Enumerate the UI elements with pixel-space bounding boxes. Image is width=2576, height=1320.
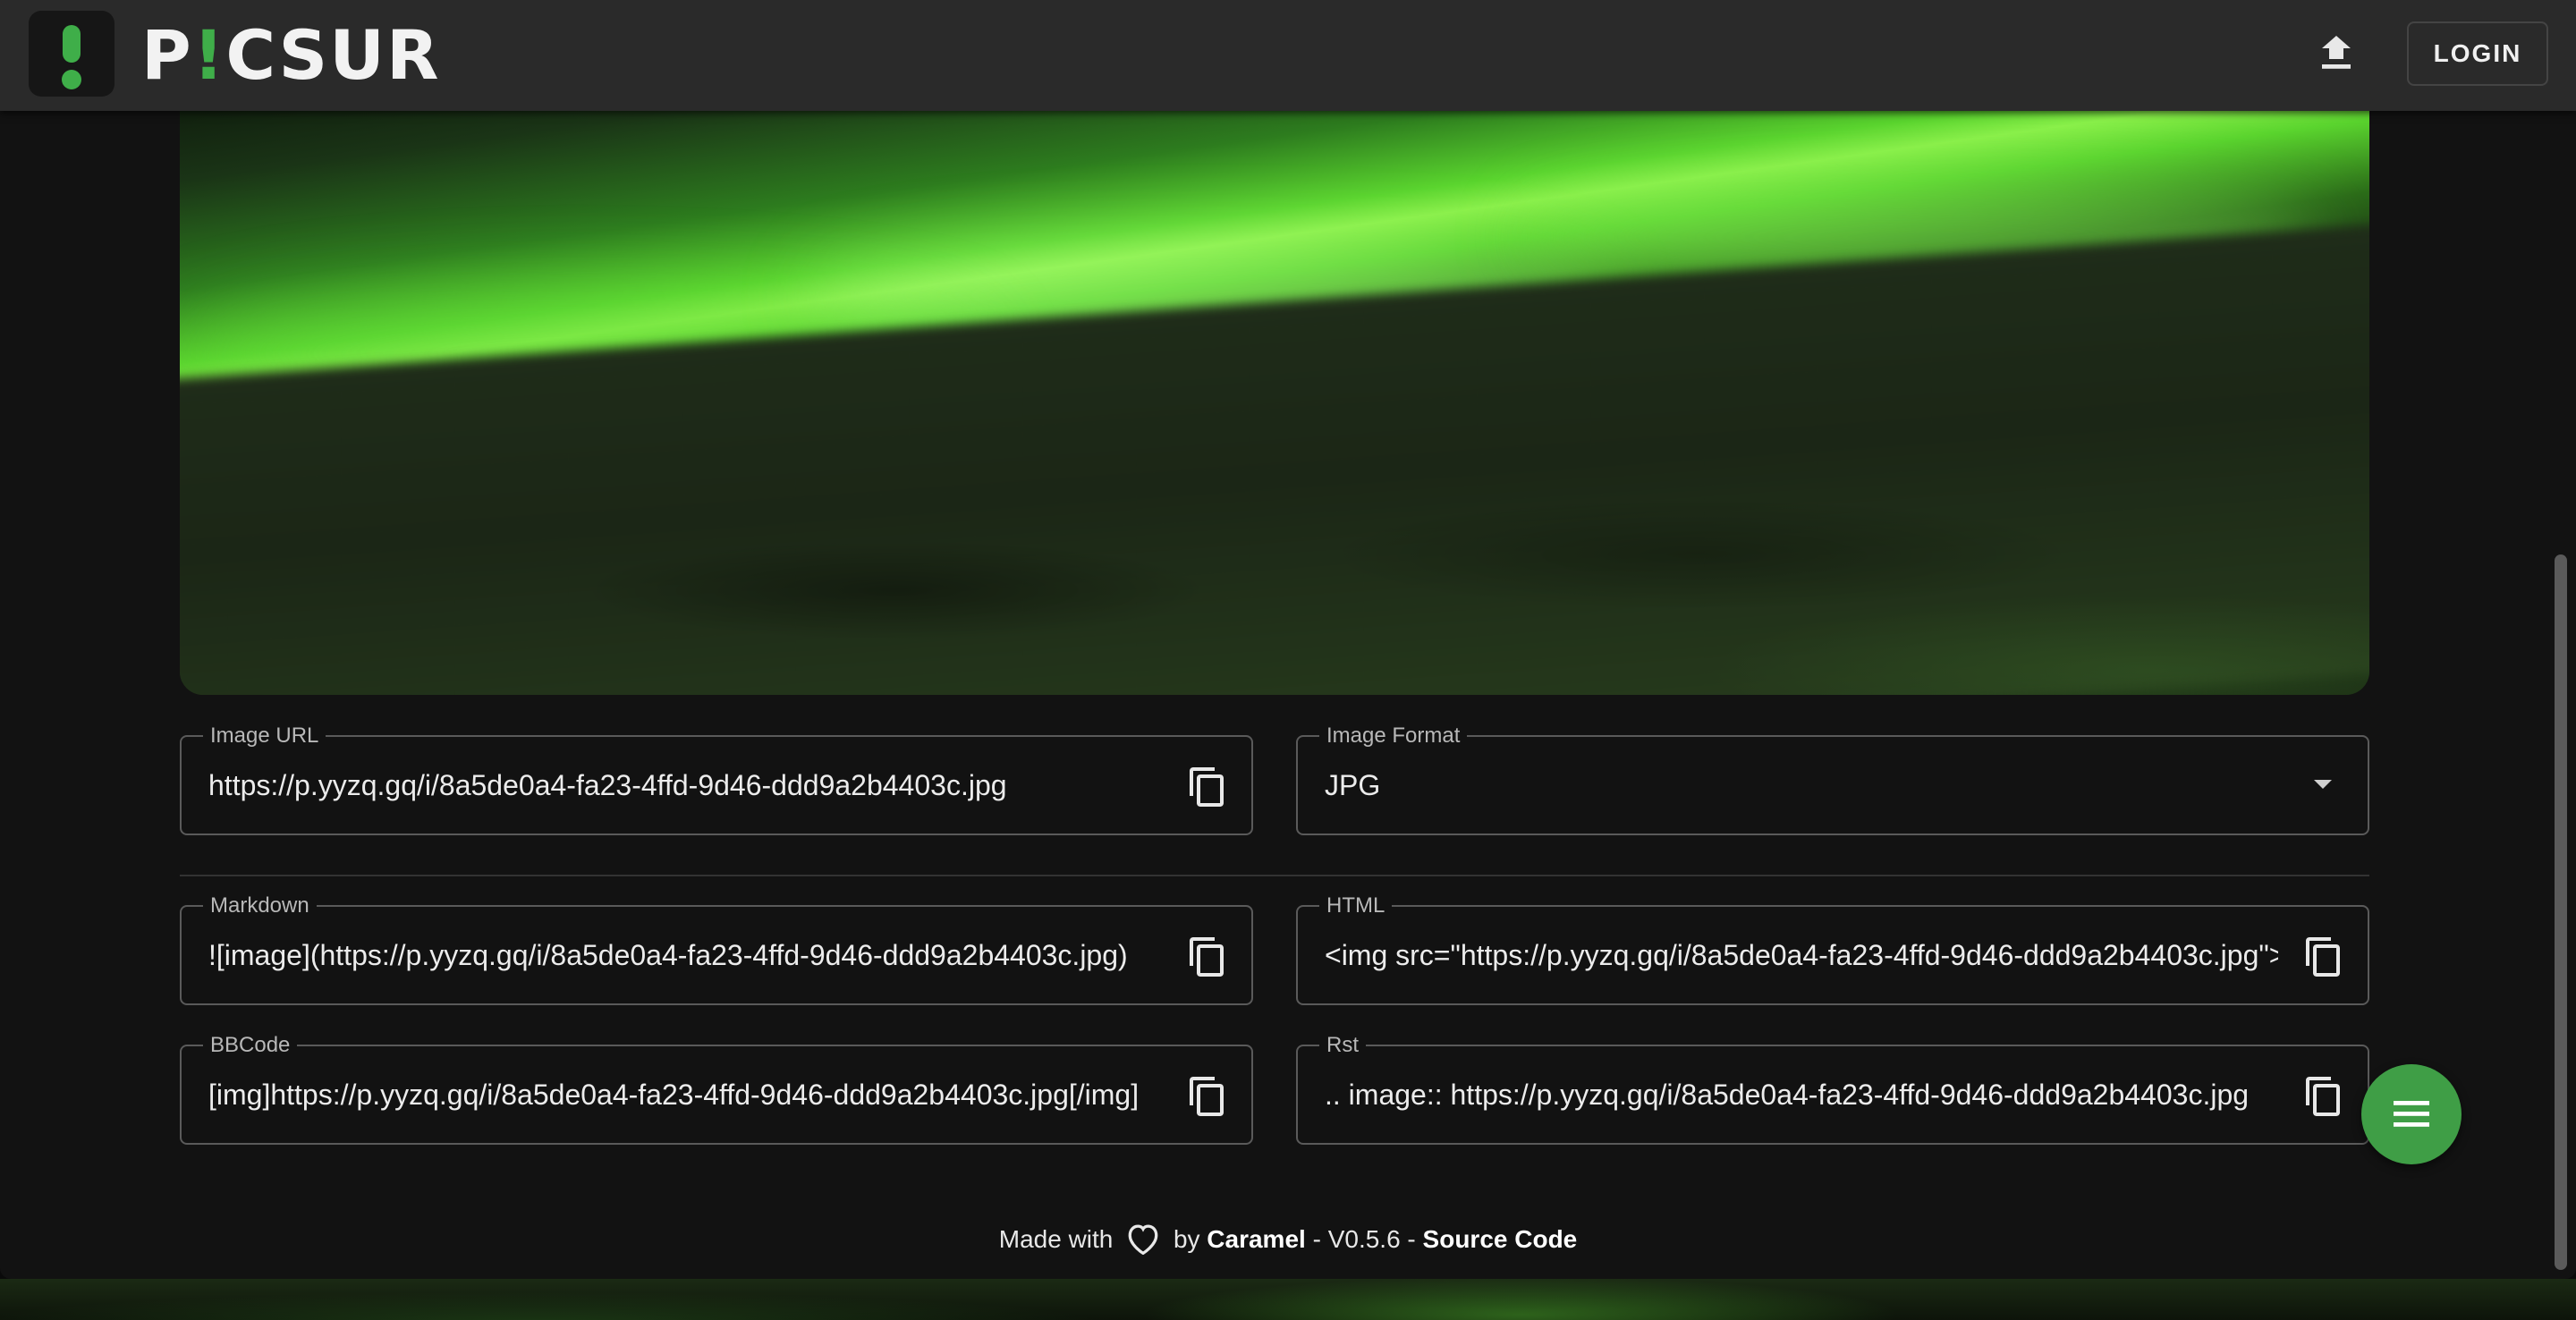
rst-field[interactable]: Rst .. image:: https://p.yyzq.gq/i/8a5de… [1296, 1034, 2369, 1145]
copy-icon [1190, 937, 1224, 977]
background-image-strip [0, 1279, 2576, 1320]
logo-icon[interactable] [29, 11, 114, 97]
footer-version: - V0.5.6 - [1312, 1225, 1416, 1253]
image-url-label: Image URL [203, 724, 326, 748]
footer-by: by [1173, 1225, 1200, 1253]
heart-icon [1128, 1224, 1158, 1255]
login-button[interactable]: LOGIN [2407, 21, 2548, 86]
image-url-field[interactable]: Image URL https://p.yyzq.gq/i/8a5de0a4-f… [180, 724, 1253, 835]
divider [180, 875, 2369, 876]
copy-image-url-button[interactable] [1183, 764, 1230, 810]
image-format-label: Image Format [1319, 724, 1468, 748]
image-url-value[interactable]: https://p.yyzq.gq/i/8a5de0a4-fa23-4ffd-9… [208, 767, 1162, 803]
uploaded-image-preview [180, 89, 2369, 695]
upload-button[interactable] [2308, 25, 2365, 82]
html-value[interactable]: <img src="https://p.yyzq.gq/i/8a5de0a4-f… [1325, 937, 2278, 973]
logo-wordmark[interactable]: P!CSUR [141, 20, 441, 91]
markdown-value[interactable]: ![image](https://p.yyzq.gq/i/8a5de0a4-fa… [208, 937, 1162, 973]
html-field[interactable]: HTML <img src="https://p.yyzq.gq/i/8a5de… [1296, 894, 2369, 1005]
bbcode-label: BBCode [203, 1034, 298, 1057]
markdown-field[interactable]: Markdown ![image](https://p.yyzq.gq/i/8a… [180, 894, 1253, 1005]
copy-icon [2306, 1077, 2340, 1116]
menu-fab-button[interactable] [2361, 1064, 2462, 1164]
image-format-select[interactable]: Image Format JPG [1296, 724, 2369, 835]
footer-made-with: Made with [998, 1225, 1114, 1253]
rst-label: Rst [1319, 1034, 1366, 1057]
bbcode-value[interactable]: [img]https://p.yyzq.gq/i/8a5de0a4-fa23-4… [208, 1077, 1162, 1113]
bbcode-field[interactable]: BBCode [img]https://p.yyzq.gq/i/8a5de0a4… [180, 1034, 1253, 1145]
copy-icon [1190, 767, 1224, 807]
copy-icon [1190, 1077, 1224, 1116]
copy-rst-button[interactable] [2300, 1073, 2346, 1120]
copy-markdown-button[interactable] [1183, 934, 1230, 980]
copy-html-button[interactable] [2300, 934, 2346, 980]
top-bar: P!CSUR LOGIN [0, 0, 2576, 111]
footer: Made with by Caramel - V0.5.6 - Source C… [0, 1220, 2576, 1259]
menu-icon [2394, 1101, 2429, 1127]
rst-value[interactable]: .. image:: https://p.yyzq.gq/i/8a5de0a4-… [1325, 1077, 2278, 1113]
html-label: HTML [1319, 894, 1393, 918]
dropdown-caret-icon[interactable] [2314, 780, 2332, 789]
upload-icon [2322, 36, 2351, 69]
scrollbar-thumb[interactable] [2555, 554, 2567, 1270]
copy-icon [2306, 937, 2340, 977]
author-link[interactable]: Caramel [1207, 1225, 1306, 1253]
image-format-value[interactable]: JPG [1325, 767, 2278, 803]
markdown-label: Markdown [203, 894, 317, 918]
copy-bbcode-button[interactable] [1183, 1073, 1230, 1120]
app-window: P!CSUR LOGIN Image URL https://p.yyzq.gq… [0, 0, 2576, 1279]
source-code-link[interactable]: Source Code [1423, 1225, 1578, 1253]
